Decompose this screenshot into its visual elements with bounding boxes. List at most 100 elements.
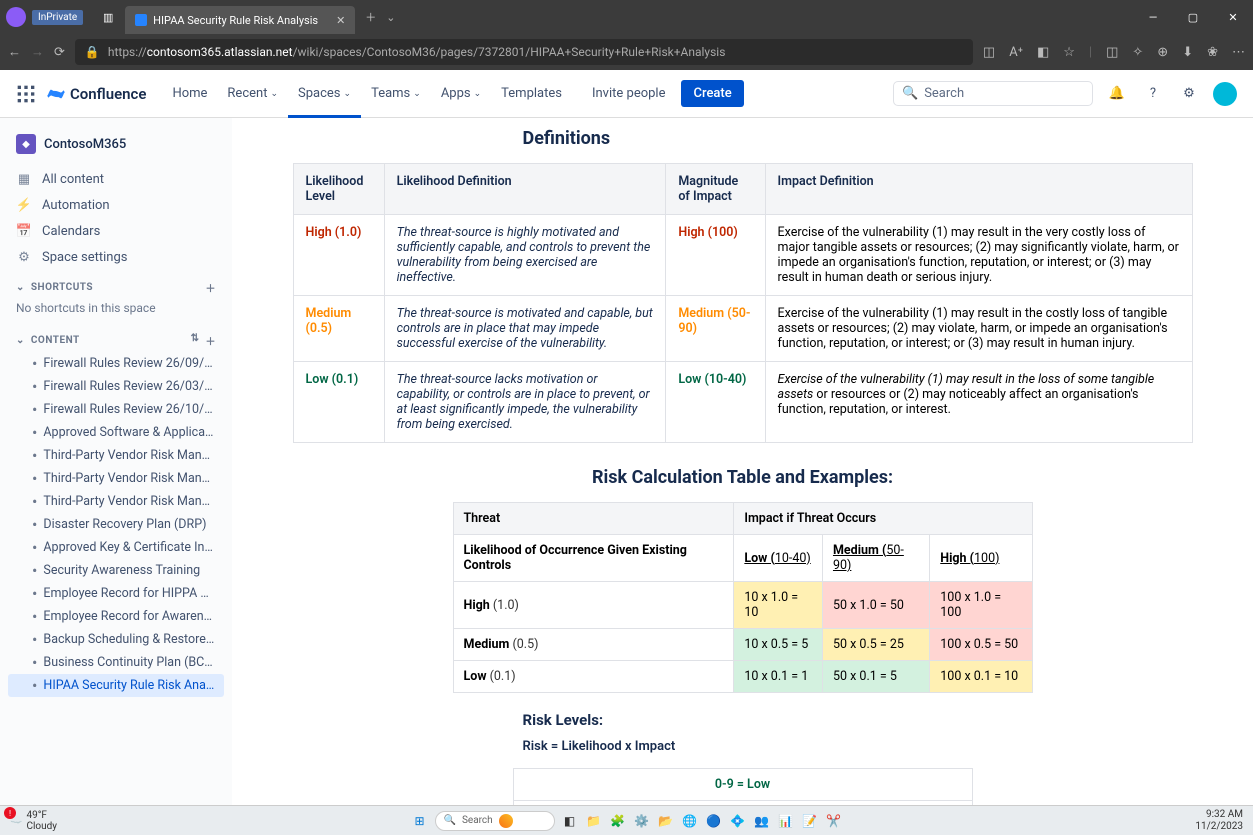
- sidebar: ◆ ContosoM365 ▦All content ⚡Automation 📅…: [0, 118, 232, 805]
- maximize-button[interactable]: ▢: [1173, 0, 1213, 34]
- settings-app-icon[interactable]: ⚙️: [633, 812, 651, 830]
- new-tab-button[interactable]: ＋: [365, 9, 376, 25]
- browser-tab[interactable]: HIPAA Security Rule Risk Analysis ✕: [125, 6, 355, 34]
- tree-item[interactable]: •Backup Scheduling & Restore Procedure: [8, 628, 224, 651]
- create-button[interactable]: Create: [681, 80, 743, 107]
- shortcuts-empty: No shortcuts in this space: [0, 299, 232, 323]
- tree-item[interactable]: •Firewall Rules Review 26/03/2023: [8, 375, 224, 398]
- minimize-button[interactable]: —: [1133, 0, 1173, 34]
- filter-icon[interactable]: ⇅: [191, 333, 200, 348]
- logo-text: Confluence: [70, 85, 146, 103]
- nav-templates[interactable]: Templates: [491, 70, 572, 118]
- performance-icon[interactable]: ❀: [1207, 45, 1218, 60]
- table-row: High (1.0) The threat-source is highly m…: [293, 215, 1192, 296]
- add-shortcut-icon[interactable]: ＋: [206, 280, 217, 295]
- taskbar-search[interactable]: 🔍Search: [435, 811, 555, 831]
- bolt-icon: ⚡: [16, 197, 32, 213]
- refresh-button[interactable]: ⟳: [54, 45, 65, 60]
- tree-item[interactable]: •Third-Party Vendor Risk Management - 27…: [8, 444, 224, 467]
- tree-item[interactable]: •Third-Party Vendor Risk Management - 27…: [8, 490, 224, 513]
- app-icon[interactable]: ◫: [983, 45, 995, 60]
- alert-badge: !: [4, 807, 16, 819]
- split-icon[interactable]: ◫: [1106, 45, 1118, 60]
- shortcuts-section[interactable]: ⌄ SHORTCUTS ＋: [0, 270, 232, 299]
- settings-icon[interactable]: ⚙: [1177, 82, 1201, 106]
- search-icon: 🔍: [444, 815, 456, 826]
- system-tray[interactable]: 9:32 AM11/2/2023: [1195, 809, 1243, 833]
- help-icon[interactable]: ?: [1141, 82, 1165, 106]
- sidebar-settings[interactable]: ⚙Space settings: [0, 244, 232, 270]
- tree-item[interactable]: •Security Awareness Training: [8, 559, 224, 582]
- invite-button[interactable]: Invite people: [582, 80, 676, 107]
- start-button[interactable]: ⊞: [411, 812, 429, 830]
- tree-item[interactable]: •Employee Record for HIPPA Annual Traini…: [8, 582, 224, 605]
- edge-icon[interactable]: 🌐: [681, 812, 699, 830]
- explorer-icon[interactable]: 📁: [585, 812, 603, 830]
- read-aloud-icon[interactable]: A⁺: [1009, 45, 1023, 60]
- translate-icon[interactable]: ◧: [1037, 45, 1049, 60]
- tree-item[interactable]: •Business Continuity Plan (BCP): [8, 651, 224, 674]
- app-switcher-icon[interactable]: [16, 84, 36, 104]
- weather-widget[interactable]: ☁️ 49°FCloudy: [10, 810, 57, 832]
- forward-button[interactable]: →: [31, 44, 44, 60]
- confluence-logo[interactable]: Confluence: [46, 84, 146, 104]
- add-page-icon[interactable]: ＋: [206, 333, 217, 348]
- profile-avatar-icon[interactable]: [6, 7, 26, 27]
- tree-item[interactable]: •Firewall Rules Review 26/09/2023: [8, 352, 224, 375]
- more-icon[interactable]: ⋯: [1232, 45, 1245, 60]
- nav-recent[interactable]: Recent⌄: [217, 70, 288, 118]
- app-icon[interactable]: 💠: [729, 812, 747, 830]
- content-section[interactable]: ⌄ CONTENT ⇅＋: [0, 323, 232, 352]
- sidebar-automation[interactable]: ⚡Automation: [0, 192, 232, 218]
- search-input[interactable]: 🔍 Search: [893, 81, 1093, 106]
- calculation-table: ThreatImpact if Threat Occurs Likelihood…: [453, 502, 1033, 693]
- table-row: High (1.0) 10 x 1.0 = 10 50 x 1.0 = 50 1…: [453, 582, 1032, 629]
- sidebar-calendars[interactable]: 📅Calendars: [0, 218, 232, 244]
- tab-actions-icon[interactable]: ▥: [97, 6, 119, 28]
- page-tree: •Firewall Rules Review 26/09/2023•Firewa…: [0, 352, 232, 697]
- snip-icon[interactable]: ✂️: [825, 812, 843, 830]
- tree-item[interactable]: •Approved Key & Certificate Inventory: [8, 536, 224, 559]
- notifications-icon[interactable]: 🔔: [1105, 82, 1129, 106]
- user-avatar[interactable]: [1213, 82, 1237, 106]
- gear-icon: ⚙: [16, 249, 32, 265]
- nav-home[interactable]: Home: [162, 70, 217, 118]
- nav-apps[interactable]: Apps⌄: [431, 70, 491, 118]
- tree-item[interactable]: •HIPAA Security Rule Risk Analysis: [8, 674, 224, 697]
- close-button[interactable]: ✕: [1213, 0, 1253, 34]
- tree-item[interactable]: •Approved Software & Applications List: [8, 421, 224, 444]
- back-button[interactable]: ←: [8, 44, 21, 60]
- windows-taskbar: ! ☁️ 49°FCloudy ⊞ 🔍Search ◧ 📁 🧩 ⚙️ 📂 🌐 🔵…: [0, 805, 1253, 835]
- table-row: Medium (0.5) The threat-source is motiva…: [293, 296, 1192, 362]
- tree-item[interactable]: •Firewall Rules Review 26/10/2022: [8, 398, 224, 421]
- extensions-icon[interactable]: ⊕: [1157, 45, 1168, 60]
- task-view-icon[interactable]: ◧: [561, 812, 579, 830]
- tree-item[interactable]: •Employee Record for Awareness Training: [8, 605, 224, 628]
- favorite-icon[interactable]: ☆: [1063, 45, 1075, 60]
- tab-title: HIPAA Security Rule Risk Analysis: [153, 14, 318, 27]
- definitions-table: Likelihood Level Likelihood Definition M…: [293, 163, 1193, 443]
- app-icon[interactable]: 📊: [777, 812, 795, 830]
- table-row: Low (0.1) 10 x 0.1 = 1 50 x 0.1 = 5 100 …: [453, 661, 1032, 693]
- chrome-icon[interactable]: 🔵: [705, 812, 723, 830]
- page-content: Definitions Likelihood Level Likelihood …: [232, 118, 1253, 805]
- nav-teams[interactable]: Teams⌄: [361, 70, 431, 118]
- space-name[interactable]: ◆ ContosoM365: [0, 130, 232, 166]
- chevron-down-icon[interactable]: ⌄: [386, 11, 395, 24]
- url-domain: contosom365.atlassian.net: [147, 45, 293, 59]
- address-bar[interactable]: 🔒 https://contosom365.atlassian.net/wiki…: [75, 39, 973, 65]
- downloads-icon[interactable]: ⬇: [1182, 45, 1193, 60]
- tree-item[interactable]: •Disaster Recovery Plan (DRP): [8, 513, 224, 536]
- teams-icon[interactable]: 👥: [753, 812, 771, 830]
- tab-close-icon[interactable]: ✕: [336, 14, 345, 27]
- nav-spaces[interactable]: Spaces⌄: [288, 70, 361, 118]
- tree-item[interactable]: •Third-Party Vendor Risk Management - 27…: [8, 467, 224, 490]
- app-icon[interactable]: 🧩: [609, 812, 627, 830]
- sidebar-all-content[interactable]: ▦All content: [0, 166, 232, 192]
- word-icon[interactable]: 📝: [801, 812, 819, 830]
- space-icon: ◆: [16, 134, 36, 154]
- col-magnitude: Magnitude of Impact: [666, 164, 765, 215]
- collections-icon[interactable]: ✧: [1132, 45, 1143, 60]
- folder-icon[interactable]: 📂: [657, 812, 675, 830]
- col-likelihood-level: Likelihood Level: [293, 164, 384, 215]
